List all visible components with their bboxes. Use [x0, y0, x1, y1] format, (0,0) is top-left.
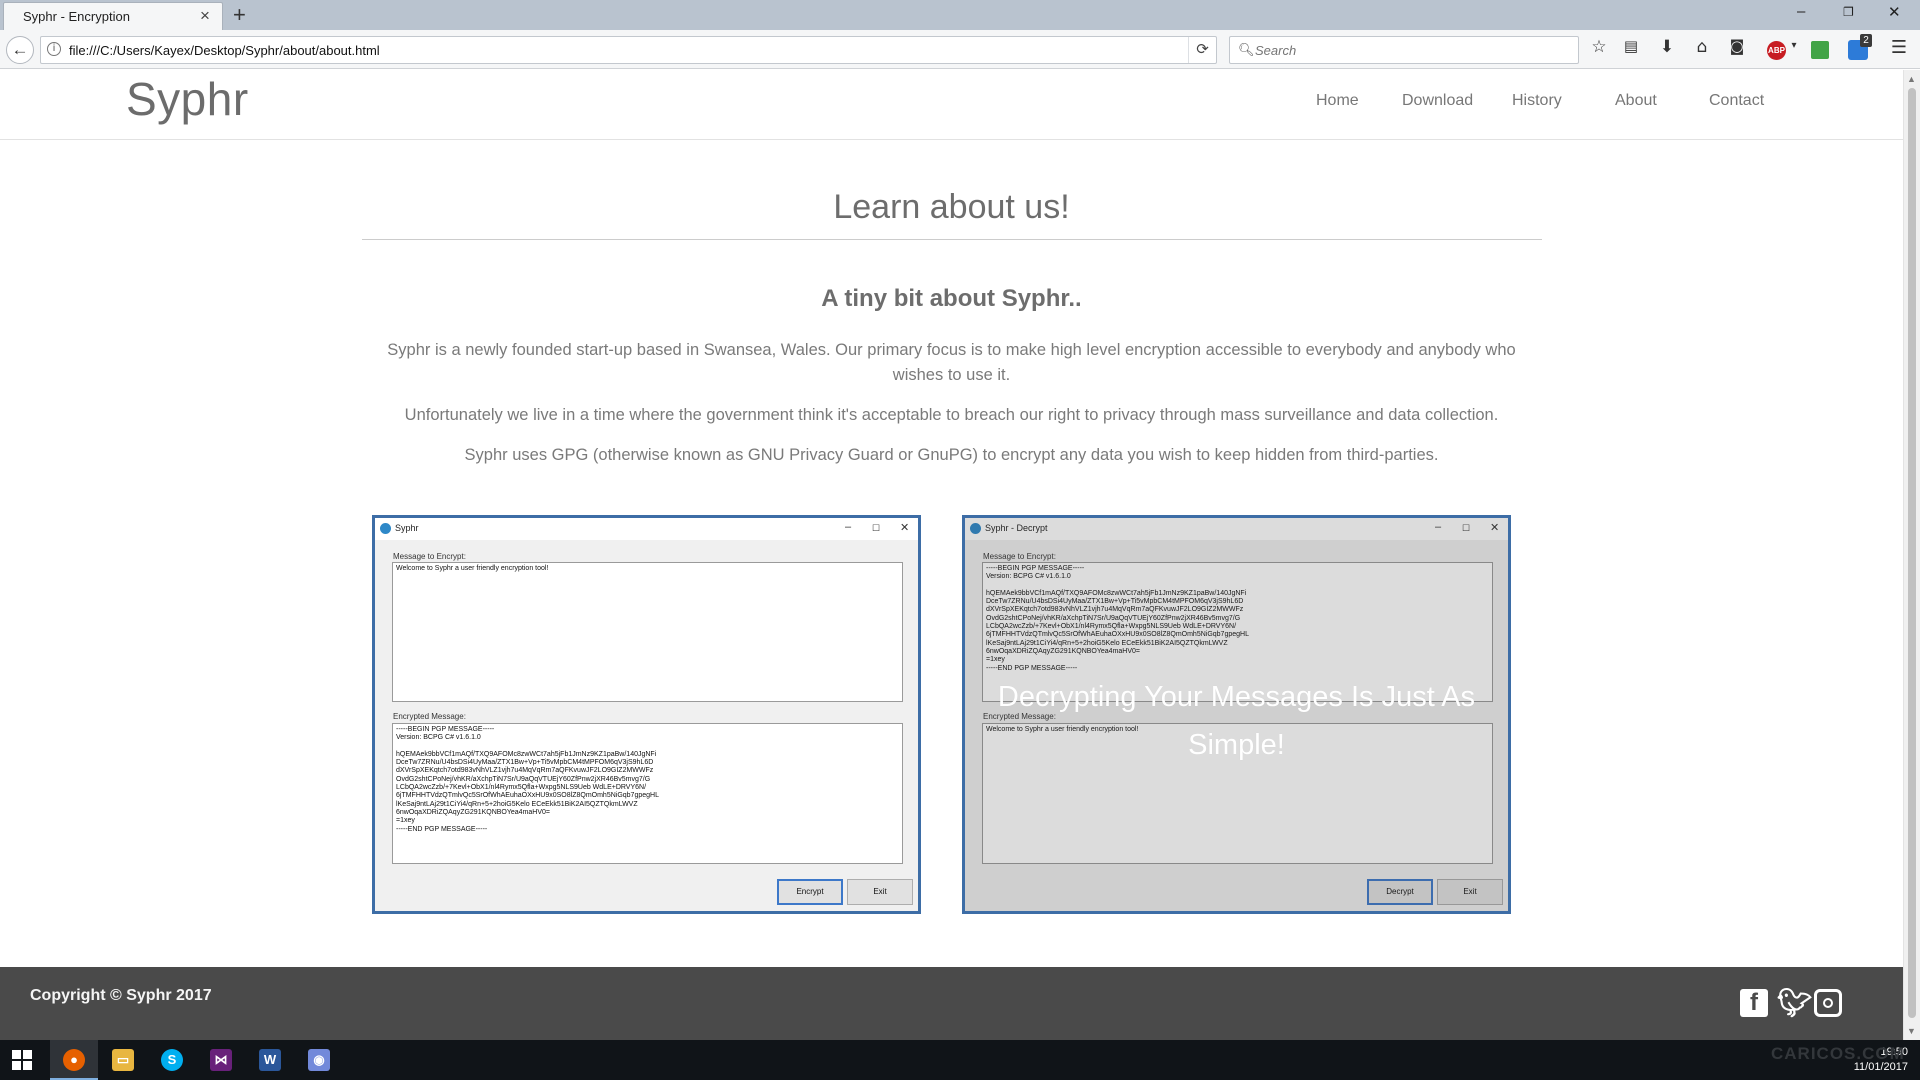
app-minimize-icon: –	[845, 521, 852, 533]
window-close-icon[interactable]: ✕	[1888, 3, 1901, 21]
about-paragraph-1: Syphr is a newly founded start-up based …	[387, 341, 1516, 384]
pocket-icon[interactable]: ◙	[1726, 37, 1748, 61]
encrypted-textbox: -----BEGIN PGP MESSAGE----- Version: BCP…	[392, 723, 903, 864]
section-subtitle: A tiny bit about Syphr..	[821, 285, 1082, 312]
dropdown-arrow-icon[interactable]: ▾	[1783, 40, 1805, 64]
title-divider	[362, 239, 1542, 240]
instagram-icon[interactable]	[1814, 989, 1842, 1017]
scroll-thumb[interactable]	[1908, 88, 1916, 1018]
app-maximize-icon: ☐	[872, 523, 881, 533]
twitter-icon[interactable]: 🐦︎	[1777, 989, 1813, 1017]
taskbar-discord[interactable]: ◉	[295, 1040, 343, 1080]
nav-contact[interactable]: Contact	[1709, 92, 1764, 110]
tab-syphr[interactable]: Syphr - Encryption ×	[3, 2, 223, 30]
info-icon[interactable]: i	[47, 42, 61, 56]
about-paragraph-3: Syphr uses GPG (otherwise known as GNU P…	[464, 446, 1439, 464]
scroll-down-arrow-icon[interactable]: ▼	[1907, 1026, 1916, 1036]
copyright-text: Copyright © Syphr 2017	[30, 987, 212, 1004]
search-icon: 🔍︎	[1238, 42, 1255, 57]
nav-home[interactable]: Home	[1316, 92, 1359, 110]
back-arrow-icon[interactable]: ←	[6, 36, 34, 64]
facebook-icon[interactable]: f	[1740, 989, 1768, 1017]
nav-about[interactable]: About	[1615, 92, 1657, 110]
bookmark-star-icon[interactable]: ☆	[1588, 37, 1610, 61]
tab-title: Syphr - Encryption	[23, 9, 130, 24]
app-close-icon: ✕	[900, 522, 910, 534]
reload-icon[interactable]: ⟳	[1188, 37, 1216, 63]
home-icon[interactable]: ⌂	[1691, 37, 1713, 61]
site-footer: Copyright © Syphr 2017 f 🐦︎	[0, 967, 1903, 1040]
tab-strip: Syphr - Encryption × + – ❐ ✕	[0, 0, 1920, 30]
navigation-toolbar: ← i file:///C:/Users/Kayex/Desktop/Syphr…	[0, 30, 1920, 69]
app-titlebar: Syphr – ☐ ✕	[375, 518, 918, 540]
bookmarks-library-icon[interactable]: ▤	[1620, 37, 1642, 61]
adblock-plus-icon[interactable]: ABP	[1767, 41, 1786, 60]
download-icon[interactable]: ⬇	[1656, 37, 1678, 61]
menu-hamburger-icon[interactable]: ☰	[1888, 37, 1910, 61]
taskbar-file-explorer[interactable]: ▭	[99, 1040, 147, 1080]
site-logo[interactable]: Syphr	[126, 72, 249, 126]
nav-history[interactable]: History	[1512, 92, 1562, 110]
search-bar[interactable]: 🔍︎	[1229, 36, 1579, 64]
url-text[interactable]: file:///C:/Users/Kayex/Desktop/Syphr/abo…	[69, 43, 380, 58]
windows-taskbar: ● ▭ S ⋈ W ◉ 19:50 11/01/2017	[0, 1040, 1920, 1080]
app-title: Syphr	[395, 523, 419, 533]
taskbar-word[interactable]: W	[246, 1040, 294, 1080]
exit-button: Exit	[847, 879, 913, 905]
url-bar[interactable]: i file:///C:/Users/Kayex/Desktop/Syphr/a…	[40, 36, 1217, 64]
watermark-text: CARICOS.COM	[1771, 1044, 1905, 1063]
page-title: Learn about us!	[833, 188, 1070, 226]
close-tab-icon[interactable]: ×	[200, 6, 210, 26]
restore-icon[interactable]: ❐	[1843, 5, 1854, 19]
hover-caption: Decrypting Your Messages Is Just As Simp…	[997, 681, 1476, 761]
search-input[interactable]	[1255, 41, 1565, 59]
syphr-app-icon	[380, 523, 391, 534]
message-label: Message to Encrypt:	[393, 552, 466, 561]
about-paragraph-2: Unfortunately we live in a time where th…	[404, 406, 1499, 424]
encrypt-button: Encrypt	[777, 879, 843, 905]
minimize-icon[interactable]: –	[1797, 3, 1805, 20]
decrypt-app-screenshot: Syphr - Decrypt – ☐ ✕ Message to Encrypt…	[962, 515, 1511, 914]
nav-download[interactable]: Download	[1402, 92, 1473, 110]
windows-start-icon[interactable]	[12, 1050, 32, 1070]
encrypted-label: Encrypted Message:	[393, 712, 466, 721]
page-scrollbar[interactable]: ▲ ▼	[1903, 70, 1920, 1040]
new-tab-icon[interactable]: +	[233, 2, 246, 28]
taskbar-skype[interactable]: S	[148, 1040, 196, 1080]
taskbar-firefox[interactable]: ●	[50, 1040, 98, 1080]
site-header: Syphr Home Download History About Contac…	[0, 70, 1903, 140]
page-viewport: Syphr Home Download History About Contac…	[0, 70, 1903, 1040]
scroll-up-arrow-icon[interactable]: ▲	[1907, 74, 1916, 84]
message-textbox: Welcome to Syphr a user friendly encrypt…	[392, 562, 903, 702]
extension-badge-count: 2	[1860, 34, 1872, 47]
taskbar-visual-studio[interactable]: ⋈	[197, 1040, 245, 1080]
encrypt-app-screenshot: Syphr – ☐ ✕ Message to Encrypt: Welcome …	[372, 515, 921, 914]
extension-green-icon[interactable]	[1811, 41, 1829, 59]
